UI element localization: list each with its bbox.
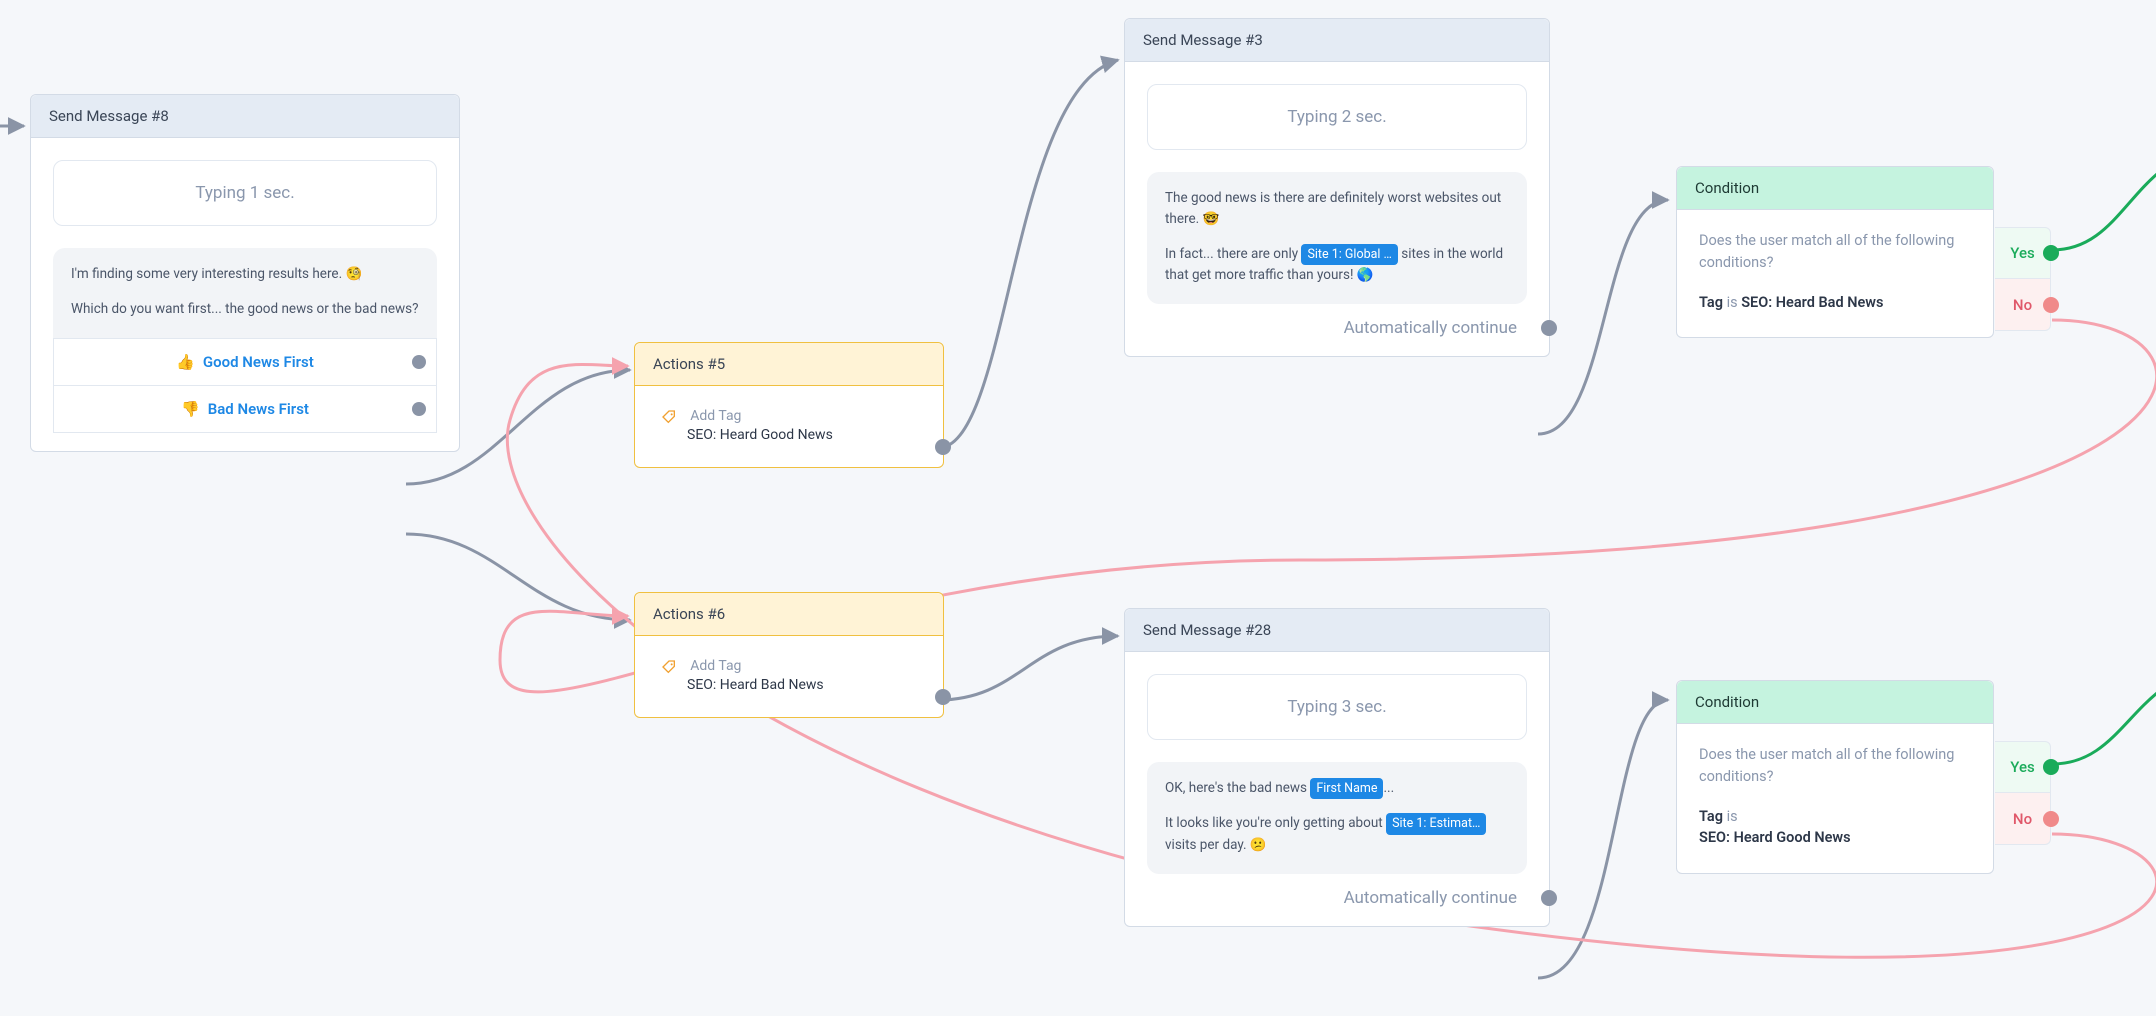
tag-icon	[661, 659, 677, 675]
node-condition-1[interactable]: Condition Does the user match all of the…	[1676, 166, 1994, 338]
output-port-yes[interactable]	[2043, 759, 2059, 775]
action-label: Add Tag	[690, 658, 741, 674]
message-line: I'm finding some very interesting result…	[71, 264, 419, 285]
variable-chip: First Name	[1310, 778, 1383, 799]
message-line: In fact... there are only Site 1: Global…	[1165, 244, 1509, 286]
output-port-no[interactable]	[2043, 811, 2059, 827]
node-send-message-8[interactable]: Send Message #8 Typing 1 sec. I'm findin…	[30, 94, 460, 452]
output-port[interactable]	[412, 402, 426, 416]
branch-no[interactable]: No	[1995, 279, 2051, 331]
condition-question: Does the user match all of the following…	[1699, 230, 1971, 274]
branch-yes[interactable]: Yes	[1995, 741, 2051, 793]
typing-indicator: Typing 2 sec.	[1147, 84, 1527, 150]
output-port[interactable]	[935, 439, 951, 455]
choice-bad-news[interactable]: 👎 Bad News First	[54, 385, 436, 432]
node-actions-6[interactable]: Actions #6 Add Tag SEO: Heard Bad News	[634, 592, 944, 718]
message-bubble: I'm finding some very interesting result…	[53, 248, 437, 338]
variable-chip: Site 1: Estimat…	[1386, 813, 1486, 834]
typing-indicator: Typing 1 sec.	[53, 160, 437, 226]
message-line: OK, here's the bad news First Name...	[1165, 778, 1509, 799]
output-port[interactable]	[935, 689, 951, 705]
node-send-message-28[interactable]: Send Message #28 Typing 3 sec. OK, here'…	[1124, 608, 1550, 927]
condition-question: Does the user match all of the following…	[1699, 744, 1971, 788]
node-title: Actions #5	[635, 343, 943, 386]
node-title: Send Message #8	[31, 95, 459, 138]
action-value: SEO: Heard Bad News	[687, 677, 917, 693]
output-port-no[interactable]	[2043, 297, 2059, 313]
action-value: SEO: Heard Good News	[687, 427, 917, 443]
node-title: Condition	[1677, 681, 1993, 724]
tag-icon	[661, 409, 677, 425]
node-send-message-3[interactable]: Send Message #3 Typing 2 sec. The good n…	[1124, 18, 1550, 357]
output-port-yes[interactable]	[2043, 245, 2059, 261]
message-line: The good news is there are definitely wo…	[1165, 188, 1509, 230]
message-bubble: OK, here's the bad news First Name... It…	[1147, 762, 1527, 874]
output-port[interactable]	[1541, 320, 1557, 336]
message-bubble: The good news is there are definitely wo…	[1147, 172, 1527, 304]
node-title: Condition	[1677, 167, 1993, 210]
choice-good-news[interactable]: 👍 Good News First	[54, 338, 436, 385]
branch-no[interactable]: No	[1995, 793, 2051, 845]
message-line: It looks like you're only getting about …	[1165, 813, 1509, 855]
choice-label: Good News First	[203, 353, 314, 371]
node-title: Actions #6	[635, 593, 943, 636]
node-title: Send Message #28	[1125, 609, 1549, 652]
message-line: Which do you want first... the good news…	[71, 299, 419, 320]
thumbs-down-icon: 👎	[181, 400, 200, 418]
condition-rule: Tag is SEO: Heard Bad News	[1699, 292, 1971, 314]
typing-indicator: Typing 3 sec.	[1147, 674, 1527, 740]
auto-continue: Automatically continue	[1147, 304, 1527, 338]
output-port[interactable]	[1541, 890, 1557, 906]
variable-chip: Site 1: Global …	[1301, 244, 1397, 265]
node-title: Send Message #3	[1125, 19, 1549, 62]
output-port[interactable]	[412, 355, 426, 369]
auto-continue: Automatically continue	[1147, 874, 1527, 908]
choice-label: Bad News First	[208, 400, 309, 418]
branch-yes[interactable]: Yes	[1995, 227, 2051, 279]
action-label: Add Tag	[690, 408, 741, 424]
node-actions-5[interactable]: Actions #5 Add Tag SEO: Heard Good News	[634, 342, 944, 468]
thumbs-up-icon: 👍	[176, 353, 195, 371]
node-condition-2[interactable]: Condition Does the user match all of the…	[1676, 680, 1994, 874]
condition-rule: Tag is SEO: Heard Good News	[1699, 806, 1971, 850]
